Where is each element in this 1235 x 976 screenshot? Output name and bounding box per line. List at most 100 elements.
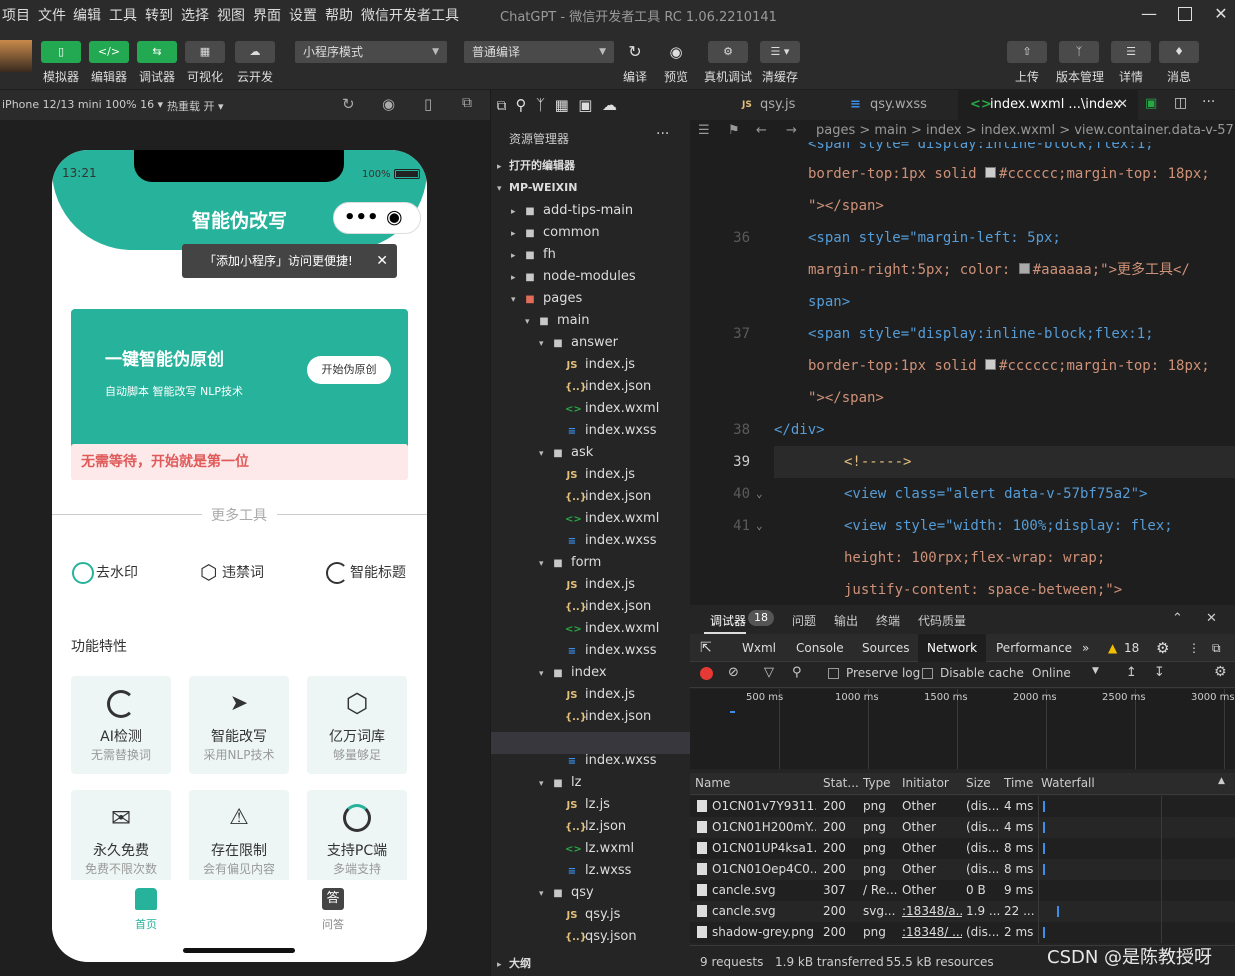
hotreload-toggle[interactable]: 热重载 开 ▾	[167, 98, 224, 114]
close-icon[interactable]: ✕	[1117, 90, 1128, 120]
explorer-activity-icons[interactable]: ⧉ ⚲ ᛉ ▦ ▣ ☁	[497, 96, 617, 114]
dock-icon[interactable]: ⧉	[1212, 634, 1221, 662]
col-type[interactable]: Type	[863, 776, 891, 790]
tree-item[interactable]: ▾ ■ form	[539, 552, 601, 574]
split-editor-icon[interactable]: ◫	[1174, 95, 1187, 111]
menu-settings[interactable]: 设置	[289, 5, 317, 25]
col-status[interactable]: Stat...	[823, 776, 859, 790]
tool-forbidden[interactable]: ⬡ 违禁词	[200, 562, 264, 584]
popout-icon[interactable]: ⧉	[462, 95, 472, 111]
tree-item[interactable]: JS index.js	[553, 574, 636, 596]
close-target-icon[interactable]: ◉	[386, 206, 403, 228]
feature-free[interactable]: ✉ 永久免费 免费不限次数	[71, 790, 171, 888]
search-icon[interactable]: ⚲	[792, 665, 802, 680]
more-icon[interactable]: •••	[344, 207, 379, 228]
tree-item[interactable]: {..}index.json	[553, 596, 651, 618]
col-name[interactable]: Name	[695, 776, 730, 790]
table-row[interactable]: O1CN01Oep4C0... 200 png Other (dis... 8 ms	[690, 859, 1235, 880]
more-icon[interactable]: ···	[1202, 94, 1215, 110]
feature-rewrite[interactable]: ➤ 智能改写 采用NLP技术	[189, 676, 289, 774]
col-size[interactable]: Size	[966, 776, 991, 790]
tab-debugger[interactable]: 调试器	[710, 612, 746, 629]
eye-icon[interactable]: ◉	[658, 41, 694, 63]
table-row[interactable]: O1CN01UP4ksa1... 200 png Other (dis... 8 ms	[690, 838, 1235, 859]
capsule-menu[interactable]: ••• ◉	[333, 202, 421, 234]
rotate-icon[interactable]: ↻	[342, 95, 355, 113]
code-lines[interactable]: <span style="display:inline-block;flex:1…	[690, 142, 1235, 605]
tree-item[interactable]: {..}index.json	[553, 706, 651, 728]
close-icon[interactable]: ✕	[1206, 611, 1217, 626]
settings-icon[interactable]: ⚙	[1156, 634, 1169, 662]
tab-terminal[interactable]: 终端	[876, 612, 900, 629]
more-panels-icon[interactable]: »	[1082, 634, 1089, 662]
tree-item[interactable]: ▾ ■ main	[525, 310, 589, 332]
tree-item[interactable]: ▸ ■ add-tips-main	[511, 200, 633, 222]
col-time[interactable]: Time	[1004, 776, 1033, 790]
tab-qa[interactable]: 问答	[322, 916, 344, 932]
breadcrumb-path[interactable]: pages > main > index > index.wxml > view…	[816, 120, 1235, 142]
panel-wxml[interactable]: Wxml	[742, 634, 776, 662]
open-editors[interactable]: ▸ 打开的编辑器	[497, 155, 575, 177]
chevron-down-icon[interactable]: ▼	[1092, 666, 1099, 676]
collapse-icon[interactable]: ⌃	[1172, 611, 1183, 626]
tree-item[interactable]: ≡ index.wxss	[553, 420, 657, 442]
details-button[interactable]: ☰	[1111, 41, 1151, 63]
home-icon[interactable]	[135, 888, 157, 910]
export-icon[interactable]: ↧	[1154, 665, 1165, 680]
more-icon[interactable]: ⋮	[1188, 634, 1200, 662]
minimize-icon[interactable]: —	[1137, 4, 1161, 24]
tree-item[interactable]: {..}index.json	[553, 486, 651, 508]
tab-output[interactable]: 输出	[834, 612, 858, 629]
table-row[interactable]: O1CN01H200mY... 200 png Other (dis... 4 ms	[690, 817, 1235, 838]
avatar[interactable]	[0, 40, 32, 72]
menu-file[interactable]: 文件	[38, 5, 66, 25]
tree-item[interactable]: JS lz.js	[553, 794, 610, 816]
disable-cache-checkbox[interactable]	[922, 668, 933, 679]
tree-item[interactable]: ▾ ■ pages	[511, 288, 582, 310]
compile-select[interactable]: 普通编译 ▼	[464, 41, 614, 63]
simulator-button[interactable]: ▯	[41, 41, 81, 63]
throttling-select[interactable]: Online	[1032, 666, 1071, 680]
menu-view[interactable]: 视图	[217, 5, 245, 25]
tree-item[interactable]: JS index.js	[553, 464, 636, 486]
tab-index-wxml[interactable]: <> index.wxml ...\index ✕	[958, 90, 1138, 120]
forward-icon[interactable]: →	[786, 120, 797, 142]
back-icon[interactable]: ←	[756, 120, 767, 142]
tree-item[interactable]: JS index.js	[553, 354, 636, 376]
cloud-button[interactable]: ☁	[235, 41, 275, 63]
more-icon[interactable]: ···	[656, 126, 669, 142]
table-row[interactable]: cancle.svg 307 / Re... Other 0 B 9 ms	[690, 880, 1235, 901]
mode-select[interactable]: 小程序模式 ▼	[295, 41, 447, 63]
tree-item[interactable]: ▸ ■ node-modules	[511, 266, 636, 288]
bookmark-icon[interactable]: ⚑	[728, 120, 740, 142]
tree-item[interactable]: JS qsy.js	[553, 904, 621, 926]
settings-icon[interactable]: ⚙	[1214, 664, 1227, 680]
close-icon[interactable]: ✕	[376, 244, 388, 278]
panel-performance[interactable]: Performance	[996, 634, 1072, 662]
feature-lexicon[interactable]: ⬡ 亿万词库 够量够足	[307, 676, 407, 774]
col-initiator[interactable]: Initiator	[902, 776, 949, 790]
tree-item[interactable]: ▾ ■ lz	[539, 772, 581, 794]
fold-icon[interactable]: ⌄	[756, 478, 763, 510]
tab-issues[interactable]: 问题	[792, 612, 816, 629]
menu-select[interactable]: 选择	[181, 5, 209, 25]
sort-icon[interactable]: ▲	[1218, 776, 1225, 786]
refresh-icon[interactable]: ↻	[617, 41, 653, 63]
tree-item[interactable]: {..}index.json	[553, 376, 651, 398]
tree-item[interactable]: ▾ ■ answer	[539, 332, 618, 354]
tree-item[interactable]: <> lz.wxml	[553, 838, 634, 860]
tree-item[interactable]: <>index.wxml	[553, 398, 659, 420]
tree-item[interactable]: <>index.wxml	[553, 508, 659, 530]
tree-item[interactable]: {..}qsy.json	[553, 926, 637, 948]
debugger-button[interactable]: ⇆	[137, 41, 177, 63]
menu-interface[interactable]: 界面	[253, 5, 281, 25]
menu-goto[interactable]: 转到	[145, 5, 173, 25]
record-icon[interactable]: ◉	[382, 95, 395, 113]
qa-icon[interactable]: 答	[322, 888, 344, 910]
close-icon[interactable]: ✕	[1209, 4, 1233, 24]
editor-button[interactable]: </>	[89, 41, 129, 63]
tree-item[interactable]: <>index.wxml	[553, 618, 659, 640]
col-waterfall[interactable]: Waterfall	[1041, 776, 1095, 790]
preview-file-icon[interactable]: ▣	[1145, 96, 1157, 111]
tree-item[interactable]: ≡ index.wxss	[553, 640, 657, 662]
